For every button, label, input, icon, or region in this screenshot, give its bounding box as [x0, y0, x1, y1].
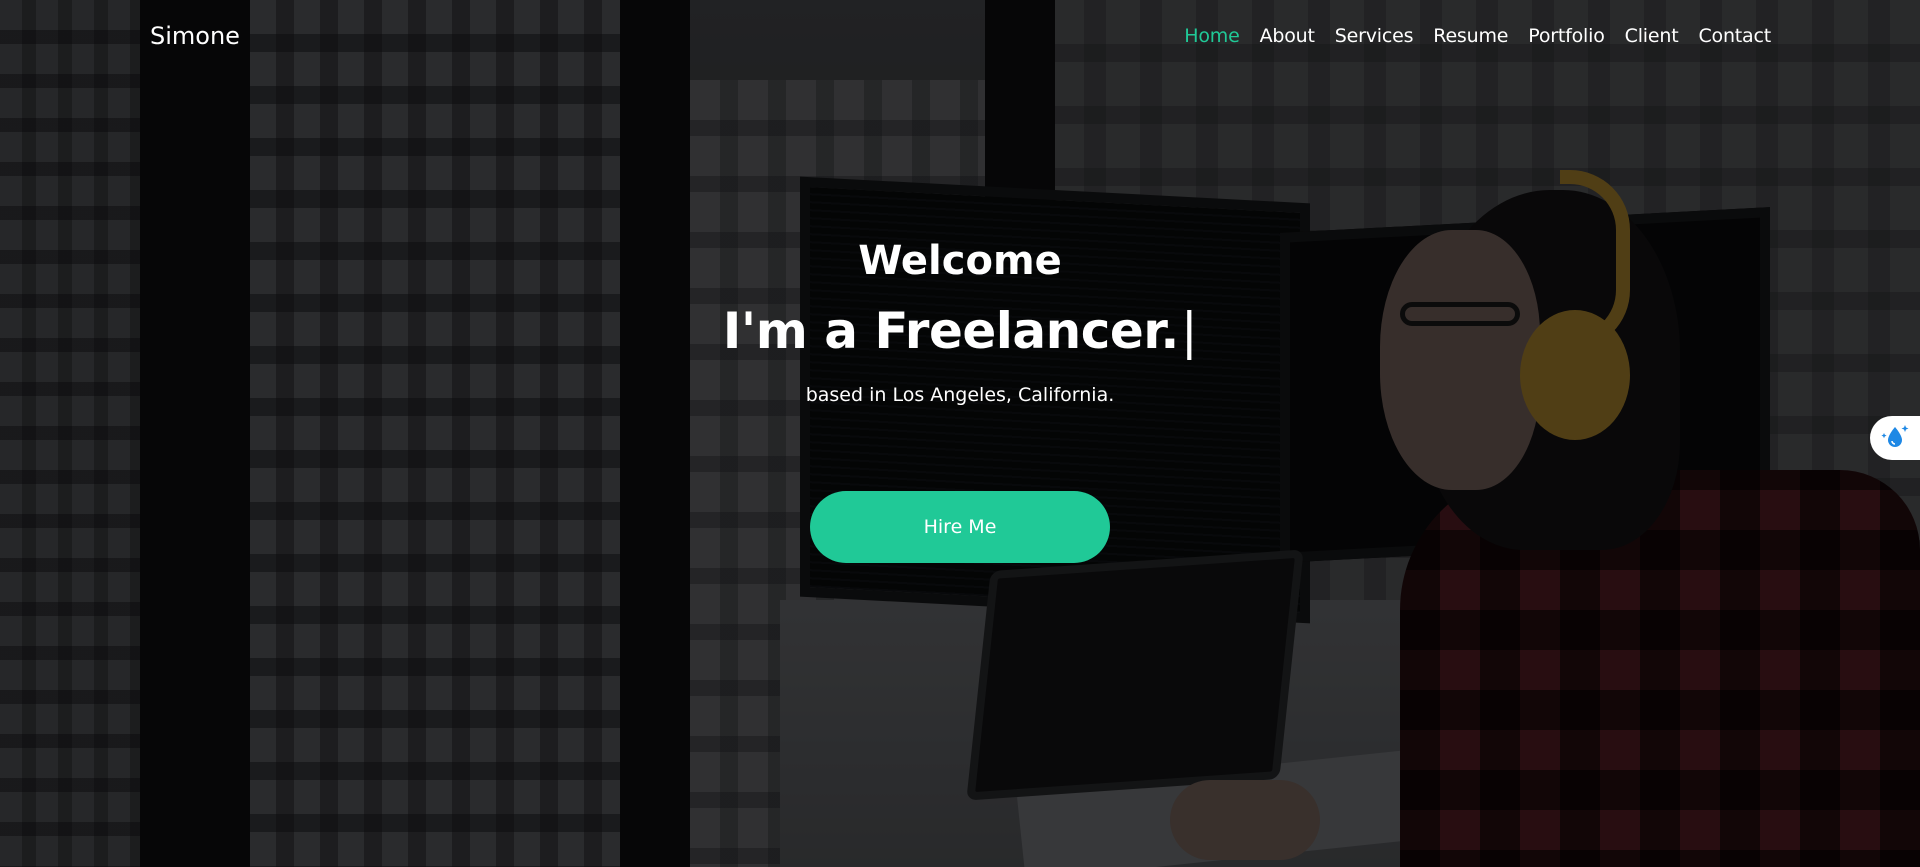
hire-me-button[interactable]: Hire Me [810, 491, 1110, 563]
side-widget-button[interactable] [1870, 416, 1920, 460]
hero-welcome: Welcome [858, 238, 1062, 284]
hero-section: Welcome I'm a Freelancer.| based in Los … [0, 0, 1920, 867]
hero-headline-text: I'm a Freelancer. [722, 302, 1180, 360]
water-drop-sparkle-icon [1880, 421, 1910, 456]
typing-cursor: | [1180, 302, 1198, 360]
hero-headline: I'm a Freelancer.| [722, 302, 1198, 360]
hero-subtitle: based in Los Angeles, California. [805, 384, 1115, 406]
